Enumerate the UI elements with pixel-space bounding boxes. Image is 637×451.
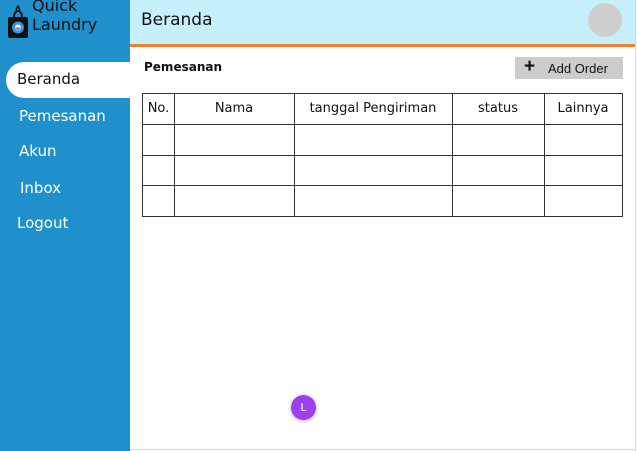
column-header-nama: Nama [214,101,254,116]
sidebar-item-label: Pemesanan [19,107,106,125]
add-order-label: Add Order [548,61,608,76]
sidebar-item-label: Akun [19,142,57,160]
app-logo[interactable]: Quick Laundry [6,0,128,42]
sidebar: Quick Laundry Beranda Pemesanan Akun Inb… [0,0,136,451]
sidebar-item-logout[interactable]: Logout [17,214,68,232]
add-order-button[interactable]: + Add Order [515,56,623,79]
table-row[interactable] [143,125,622,155]
top-header: Beranda [130,0,635,47]
app-name-line1: Quick [32,0,78,15]
sidebar-item-pemesanan[interactable]: Pemesanan [19,107,106,125]
sidebar-item-inbox[interactable]: Inbox [20,179,61,197]
plus-icon: + [524,56,536,77]
page-border [635,0,636,451]
sidebar-item-label: Logout [17,214,69,232]
table-row[interactable] [143,186,622,216]
column-header-tanggal-pengiriman: tanggal Pengiriman [309,101,437,116]
column-header-lainnya: Lainnya [557,101,609,116]
page-title: Beranda [141,10,213,30]
column-header-status: status [478,101,518,116]
sidebar-item-label: Inbox [20,179,62,197]
sidebar-item-akun[interactable]: Akun [19,142,57,160]
orders-table: No. Nama tanggal Pengiriman status Lainn… [142,93,623,217]
section-title: Pemesanan [144,60,222,74]
profile-avatar[interactable] [588,3,622,37]
column-header-no: No. [147,101,170,116]
app-name: Quick Laundry [32,0,97,34]
app-name-line2: Laundry [32,15,98,34]
laundry-bag-icon [8,5,28,38]
table-row[interactable] [143,156,622,186]
user-avatar[interactable]: L [291,395,316,420]
sidebar-item-beranda[interactable]: Beranda [6,62,136,98]
page-border [130,449,636,450]
sidebar-item-label: Beranda [17,70,81,88]
